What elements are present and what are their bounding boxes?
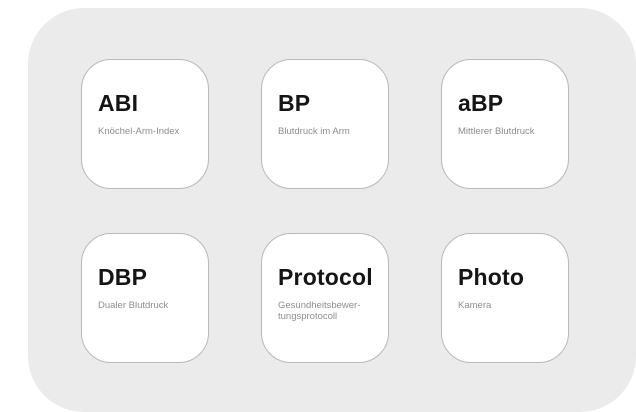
bp-tile[interactable]: BP Blutdruck im Arm (261, 59, 389, 189)
photo-tile-subtitle: Kamera (458, 300, 492, 311)
abp-tile-subtitle: Mittlerer Blutdruck (458, 126, 535, 137)
dbp-tile[interactable]: DBP Dualer Blutdruck (81, 233, 209, 363)
protocol-tile[interactable]: Protocol Gesundheitsbewer- tungsprotocol… (261, 233, 389, 363)
abi-tile-subtitle: Knöchel-Arm-Index (98, 126, 180, 137)
bp-tile-subtitle: Blutdruck im Arm (278, 126, 350, 137)
dbp-tile-subtitle: Dualer Blutdruck (98, 300, 169, 311)
bp-tile-title: BP (278, 90, 311, 116)
abi-tile[interactable]: ABI Knöchel-Arm-Index (81, 59, 209, 189)
abp-tile-title: aBP (458, 90, 504, 116)
abp-tile[interactable]: aBP Mittlerer Blutdruck (441, 59, 569, 189)
photo-tile-title: Photo (458, 264, 525, 290)
dbp-tile-title: DBP (98, 264, 148, 290)
photo-tile[interactable]: Photo Kamera (441, 233, 569, 363)
protocol-tile-title: Protocol (278, 264, 373, 290)
abi-tile-title: ABI (98, 90, 139, 116)
protocol-tile-subtitle: Gesundheitsbewer- tungsprotocoll (278, 300, 361, 322)
